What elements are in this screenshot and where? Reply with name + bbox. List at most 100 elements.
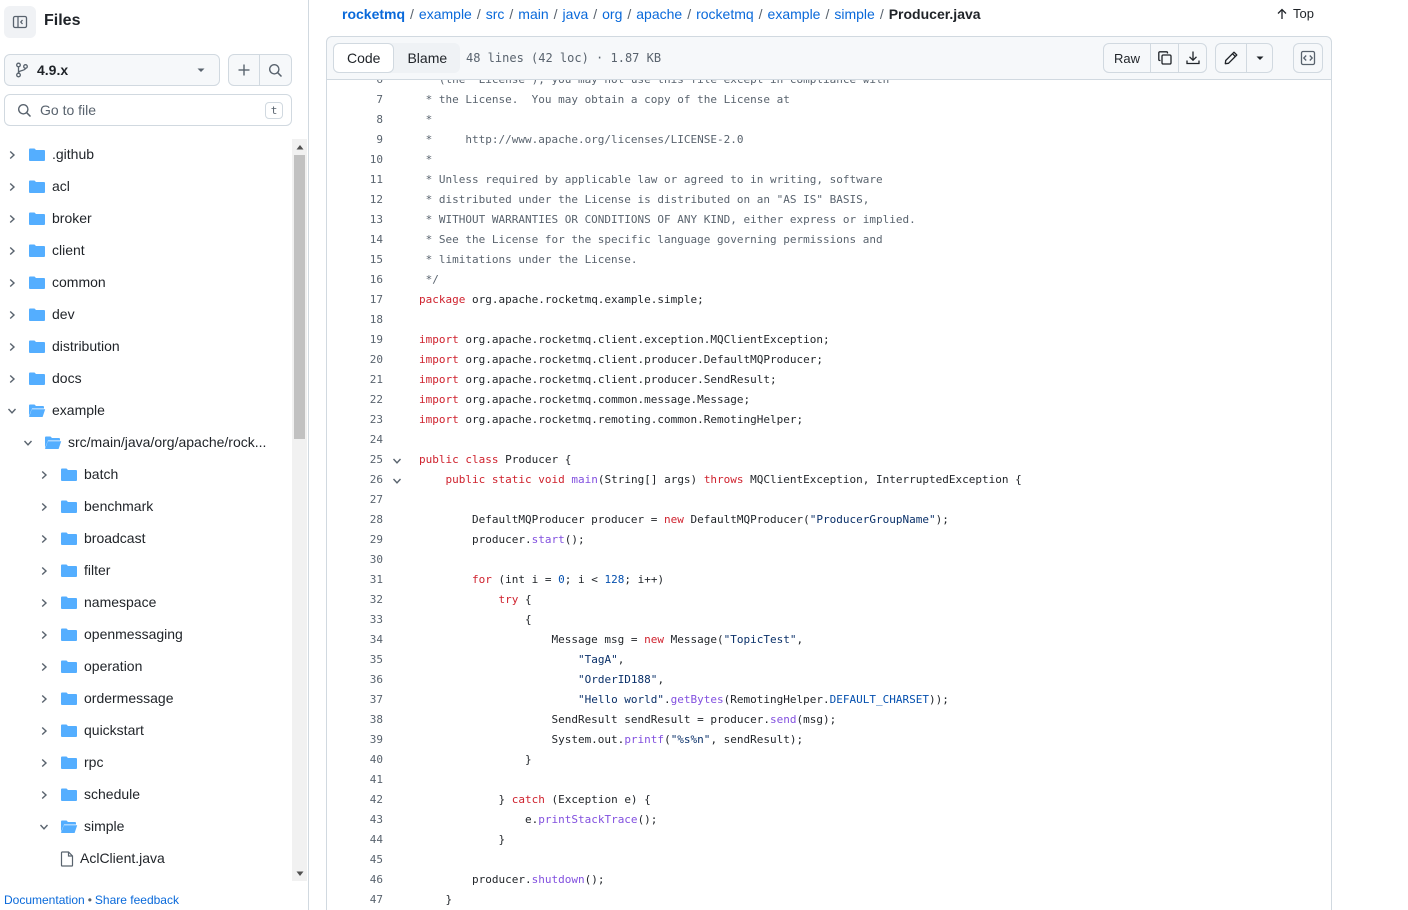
line-number[interactable]: 44 (343, 830, 383, 850)
tree-folder-item[interactable]: filter (0, 555, 292, 587)
line-number[interactable]: 39 (343, 730, 383, 750)
line-number[interactable]: 28 (343, 510, 383, 530)
symbols-panel-button[interactable] (1293, 43, 1323, 73)
line-number[interactable]: 13 (343, 210, 383, 230)
breadcrumb-link[interactable]: src (486, 6, 505, 22)
back-to-top-button[interactable]: Top (1276, 6, 1314, 21)
tree-folder-item[interactable]: broker (0, 203, 292, 235)
line-number[interactable]: 12 (343, 190, 383, 210)
tree-folder-item[interactable]: operation (0, 651, 292, 683)
tree-folder-item[interactable]: schedule (0, 779, 292, 811)
tree-file-item[interactable]: AclClient.java (0, 843, 292, 875)
chevron-right-icon[interactable] (6, 213, 18, 225)
line-number[interactable]: 20 (343, 350, 383, 370)
line-number[interactable]: 24 (343, 430, 383, 450)
tree-folder-item[interactable]: batch (0, 459, 292, 491)
chevron-right-icon[interactable] (38, 565, 50, 577)
code-view[interactable]: 6 * (the "License"); you may not use thi… (326, 80, 1332, 910)
line-number[interactable]: 26 (343, 470, 383, 490)
line-number[interactable]: 17 (343, 290, 383, 310)
line-number[interactable]: 10 (343, 150, 383, 170)
chevron-right-icon[interactable] (6, 245, 18, 257)
line-number[interactable]: 41 (343, 770, 383, 790)
tab-blame[interactable]: Blame (394, 43, 460, 73)
line-number[interactable]: 6 (343, 80, 383, 90)
documentation-link[interactable]: Documentation (4, 893, 85, 907)
tree-folder-item[interactable]: docs (0, 363, 292, 395)
line-number[interactable]: 15 (343, 250, 383, 270)
chevron-down-icon[interactable] (22, 437, 34, 449)
line-number[interactable]: 9 (343, 130, 383, 150)
tree-folder-item[interactable]: .github (0, 139, 292, 171)
edit-file-button[interactable] (1216, 44, 1246, 72)
breadcrumb-link[interactable]: apache (636, 6, 682, 22)
download-button[interactable] (1178, 44, 1206, 72)
more-edit-options-button[interactable] (1246, 44, 1272, 72)
tree-folder-item[interactable]: broadcast (0, 523, 292, 555)
tree-folder-item[interactable]: quickstart (0, 715, 292, 747)
tree-folder-item[interactable]: benchmark (0, 491, 292, 523)
line-number[interactable]: 47 (343, 890, 383, 910)
breadcrumb-link[interactable]: java (563, 6, 589, 22)
tree-folder-item[interactable]: openmessaging (0, 619, 292, 651)
chevron-right-icon[interactable] (6, 341, 18, 353)
search-code-button[interactable] (260, 55, 291, 85)
copy-raw-button[interactable] (1150, 44, 1178, 72)
tree-folder-item[interactable]: simple (0, 811, 292, 843)
line-number[interactable]: 35 (343, 650, 383, 670)
line-number[interactable]: 36 (343, 670, 383, 690)
chevron-right-icon[interactable] (38, 501, 50, 513)
tree-folder-item[interactable]: client (0, 235, 292, 267)
add-file-button[interactable] (229, 55, 261, 85)
chevron-right-icon[interactable] (38, 757, 50, 769)
scroll-down-arrow[interactable] (292, 866, 307, 881)
line-number[interactable]: 21 (343, 370, 383, 390)
chevron-down-icon[interactable] (6, 405, 18, 417)
tree-folder-item[interactable]: src/main/java/org/apache/rock... (0, 427, 292, 459)
chevron-right-icon[interactable] (38, 661, 50, 673)
line-number[interactable]: 40 (343, 750, 383, 770)
line-number[interactable]: 14 (343, 230, 383, 250)
line-number[interactable]: 33 (343, 610, 383, 630)
line-number[interactable]: 22 (343, 390, 383, 410)
fold-chevron-icon[interactable] (391, 474, 403, 486)
tree-folder-item[interactable]: ordermessage (0, 683, 292, 715)
tab-code[interactable]: Code (333, 43, 395, 73)
chevron-right-icon[interactable] (38, 789, 50, 801)
collapse-sidebar-button[interactable] (4, 6, 36, 38)
fold-chevron-icon[interactable] (391, 454, 403, 466)
line-number[interactable]: 29 (343, 530, 383, 550)
line-number[interactable]: 25 (343, 450, 383, 470)
line-number[interactable]: 46 (343, 870, 383, 890)
line-number[interactable]: 11 (343, 170, 383, 190)
tree-folder-item[interactable]: dev (0, 299, 292, 331)
scroll-thumb[interactable] (294, 155, 305, 439)
breadcrumb-link[interactable]: org (602, 6, 622, 22)
line-number[interactable]: 31 (343, 570, 383, 590)
chevron-right-icon[interactable] (38, 693, 50, 705)
line-number[interactable]: 7 (343, 90, 383, 110)
line-number[interactable]: 38 (343, 710, 383, 730)
breadcrumb-link[interactable]: example (768, 6, 821, 22)
branch-selector[interactable]: 4.9.x (4, 54, 220, 86)
line-number[interactable]: 43 (343, 810, 383, 830)
line-number[interactable]: 23 (343, 410, 383, 430)
line-number[interactable]: 37 (343, 690, 383, 710)
line-number[interactable]: 18 (343, 310, 383, 330)
chevron-right-icon[interactable] (38, 597, 50, 609)
line-number[interactable]: 32 (343, 590, 383, 610)
chevron-down-icon[interactable] (38, 821, 50, 833)
chevron-right-icon[interactable] (38, 533, 50, 545)
line-number[interactable]: 16 (343, 270, 383, 290)
line-number[interactable]: 42 (343, 790, 383, 810)
chevron-right-icon[interactable] (6, 277, 18, 289)
chevron-right-icon[interactable] (6, 149, 18, 161)
breadcrumb-link[interactable]: rocketmq (342, 6, 405, 22)
tree-folder-item[interactable]: distribution (0, 331, 292, 363)
breadcrumb-link[interactable]: simple (834, 6, 874, 22)
line-number[interactable]: 34 (343, 630, 383, 650)
line-number[interactable]: 19 (343, 330, 383, 350)
chevron-right-icon[interactable] (6, 181, 18, 193)
tree-folder-item[interactable]: rpc (0, 747, 292, 779)
breadcrumb-link[interactable]: main (518, 6, 548, 22)
